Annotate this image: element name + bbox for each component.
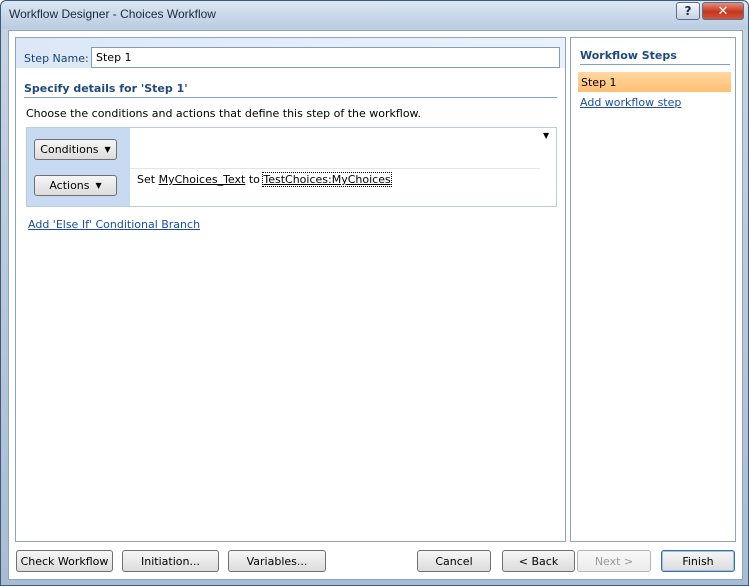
window-title: Workflow Designer - Choices Workflow [9, 7, 216, 21]
help-button[interactable]: ? [676, 2, 700, 20]
title-bar[interactable]: Workflow Designer - Choices Workflow ? ✕ [1, 1, 748, 29]
action-middle: to [248, 173, 260, 186]
step-editor-pane: Step Name: Step 1 Specify details for 'S… [15, 37, 566, 542]
check-workflow-button[interactable]: Check Workflow [16, 550, 113, 572]
add-else-if-link[interactable]: Add 'Else If' Conditional Branch [28, 218, 200, 231]
specify-details-heading: Specify details for 'Step 1' [24, 82, 188, 95]
workflow-steps-heading: Workflow Steps [580, 49, 677, 62]
actions-button[interactable]: Actions ▼ [34, 175, 117, 196]
initiation-button[interactable]: Initiation... [122, 550, 219, 572]
workflow-designer-window: Workflow Designer - Choices Workflow ? ✕… [0, 0, 749, 586]
step-name-label: Step Name: [24, 52, 89, 65]
heading-divider [24, 97, 557, 98]
variables-button[interactable]: Variables... [228, 550, 326, 572]
step-name-input[interactable]: Step 1 [91, 47, 560, 68]
condition-branch: Conditions ▼ Actions ▼ ▼ Set MyChoices_T… [26, 127, 557, 207]
finish-button[interactable]: Finish [661, 550, 735, 572]
dialog-footer: Check Workflow Initiation... Variables..… [9, 549, 742, 579]
cancel-button[interactable]: Cancel [417, 550, 491, 572]
close-button[interactable]: ✕ [702, 2, 744, 20]
add-workflow-step-link[interactable]: Add workflow step [580, 96, 681, 109]
branch-button-panel: Conditions ▼ Actions ▼ [27, 128, 130, 206]
conditions-button[interactable]: Conditions ▼ [34, 139, 117, 160]
conditions-label: Conditions [40, 143, 99, 156]
workflow-steps-divider [580, 64, 730, 65]
instructions-text: Choose the conditions and actions that d… [26, 107, 422, 120]
chevron-down-icon: ▼ [95, 181, 102, 190]
branch-menu-icon[interactable]: ▼ [543, 131, 549, 140]
actions-label: Actions [49, 179, 90, 192]
branch-separator [130, 168, 540, 169]
chevron-down-icon: ▼ [104, 145, 111, 154]
back-button[interactable]: < Back [502, 550, 575, 572]
dialog-body: Step Name: Step 1 Specify details for 'S… [8, 30, 743, 580]
next-button[interactable]: Next > [577, 550, 651, 572]
workflow-steps-pane: Workflow Steps Step 1 Add workflow step [570, 37, 736, 542]
action-prefix: Set [137, 173, 156, 186]
action-sentence: Set MyChoices_Text to TestChoices:MyChoi… [137, 172, 392, 187]
workflow-step-item[interactable]: Step 1 [578, 72, 731, 92]
action-variable-link[interactable]: MyChoices_Text [159, 173, 246, 186]
action-value-link[interactable]: TestChoices:MyChoices [262, 172, 392, 187]
